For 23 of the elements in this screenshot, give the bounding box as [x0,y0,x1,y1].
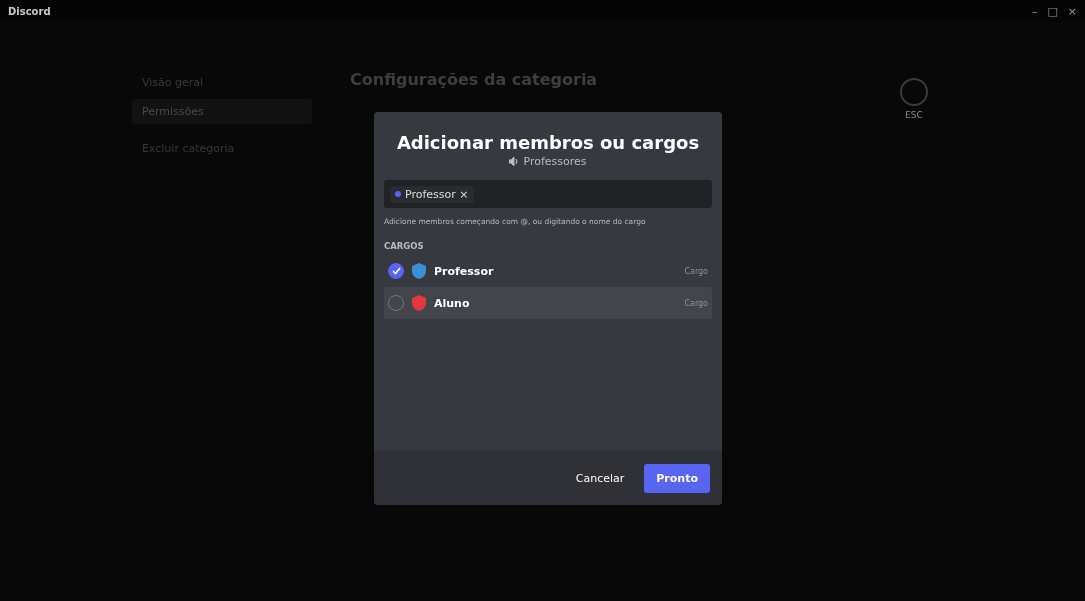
search-field[interactable]: Professor × [384,180,712,208]
esc-label: ESC [905,110,923,120]
window-control[interactable]: □ [1047,4,1058,18]
role-row[interactable]: Professor Cargo [384,255,712,287]
cancel-button[interactable]: Cancelar [571,465,629,491]
close-button[interactable] [900,78,928,106]
speaker-icon [509,157,520,166]
window-title: Discord [8,5,51,17]
window-control[interactable]: × [1067,4,1077,18]
checkmark-icon [391,267,401,275]
section-heading: CARGOS [384,241,425,251]
role-type: Cargo [684,266,708,276]
dialog-title: Adicionar membros ou cargos [395,132,701,153]
role-chip[interactable]: Professor × [390,185,474,203]
channel-name: Professores [523,155,587,168]
role-name: Aluno [434,296,471,310]
page-title: Configurações da categoria [350,70,599,89]
window-control[interactable]: – [1031,4,1038,18]
checkbox[interactable] [388,263,404,279]
role-name: Professor [434,264,495,278]
done-button[interactable]: Pronto [644,463,710,493]
role-type: Cargo [684,298,708,308]
role-row[interactable]: Aluno Cargo [384,287,712,319]
